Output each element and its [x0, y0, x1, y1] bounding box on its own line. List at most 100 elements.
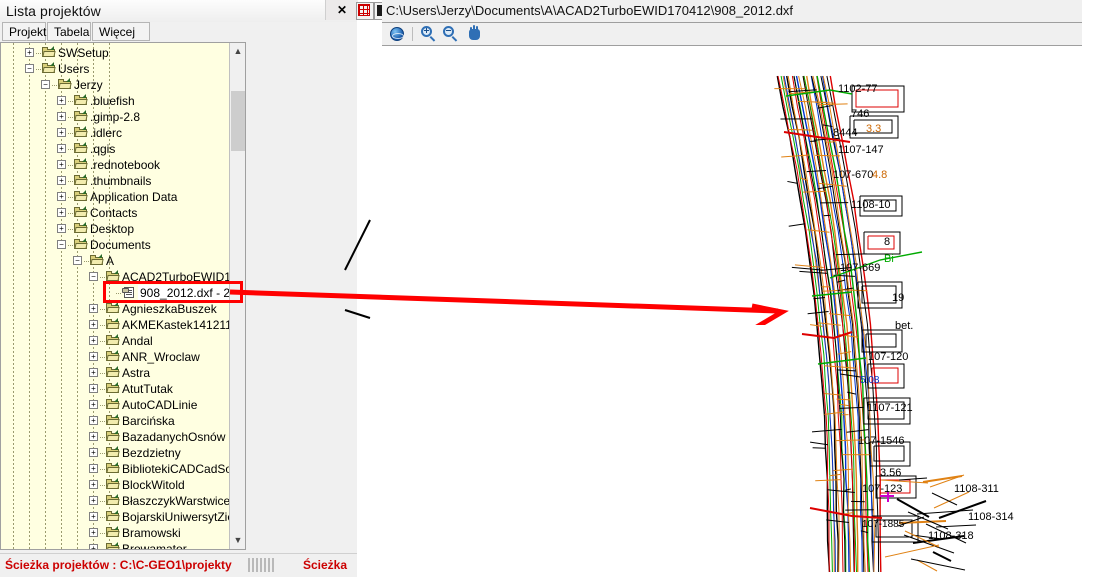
tree-item[interactable]: +Contacts — [1, 205, 229, 221]
expand-icon[interactable]: + — [25, 48, 34, 57]
expand-icon[interactable]: + — [89, 320, 98, 329]
tree-item[interactable]: −A — [1, 253, 229, 269]
tree-item[interactable]: +.gimp-2.8 — [1, 109, 229, 125]
status-bar: Ścieżka projektów : C:\C-GEO1\projekty Ś… — [0, 553, 357, 577]
tree-item[interactable]: +AgnieszkaBuszek — [1, 301, 229, 317]
expand-icon[interactable]: + — [89, 336, 98, 345]
toolbar-separator — [412, 27, 413, 41]
tree-item[interactable]: −Jerzy — [1, 77, 229, 93]
dxf-drawing-canvas[interactable]: 1102-7774684443.31107-147107-6704.81108-… — [382, 46, 1082, 576]
expand-icon[interactable]: + — [89, 368, 98, 377]
status-resize-grip[interactable] — [248, 558, 274, 572]
window-titlebar: Lista projektów ✕ — [0, 0, 357, 23]
expand-icon[interactable]: + — [57, 208, 66, 217]
expand-icon[interactable]: + — [89, 544, 98, 550]
tree-item[interactable]: − Users — [1, 61, 229, 77]
pan-hand-icon[interactable] — [466, 25, 484, 43]
expand-icon[interactable]: + — [89, 352, 98, 361]
expand-icon[interactable]: + — [89, 400, 98, 409]
tree-item[interactable]: −ACAD2TurboEWID1 — [1, 269, 229, 285]
tree-item-label: SWSetup — [58, 45, 109, 61]
scrollbar-thumb[interactable] — [231, 91, 246, 151]
tree-item[interactable]: +BibliotekiCADCadSol — [1, 461, 229, 477]
tree-item[interactable]: +Bramowski — [1, 525, 229, 541]
tree-item[interactable]: +Application Data — [1, 189, 229, 205]
expand-icon[interactable]: + — [57, 224, 66, 233]
tree-item[interactable]: + ANR_Wroclaw — [1, 349, 229, 365]
tree-item[interactable]: + SWSetup — [1, 45, 229, 61]
tree-item-label: Users — [58, 61, 89, 77]
tree-item[interactable]: +Barcińska — [1, 413, 229, 429]
tree-item[interactable]: +BojarskiUniwersytZie — [1, 509, 229, 525]
project-list-window: Lista projektów ✕ ProjektTabelaWięcej ..… — [0, 0, 357, 576]
tree-item[interactable]: +Bezdzietny — [1, 445, 229, 461]
tree-item[interactable]: +Desktop — [1, 221, 229, 237]
tree-item[interactable]: +AKMEKastek141211 — [1, 317, 229, 333]
globe-view-icon[interactable] — [388, 25, 406, 43]
drawing-label: 1102-77 — [838, 83, 878, 95]
expand-icon[interactable]: + — [89, 496, 98, 505]
expand-icon[interactable]: + — [57, 128, 66, 137]
tree-item-label: ANR_Wroclaw — [122, 349, 200, 365]
menu-item-wicej[interactable]: Więcej ... — [92, 22, 150, 41]
tree-item-label: BojarskiUniwersytZie — [122, 509, 234, 525]
menu-item-tabela[interactable]: Tabela — [47, 22, 91, 41]
tree-item[interactable]: +.thumbnails — [1, 173, 229, 189]
expand-icon[interactable]: + — [89, 384, 98, 393]
tree-item-label: BlockWitold — [122, 477, 185, 493]
menu-item-projekt[interactable]: Projekt — [2, 22, 46, 41]
folder-icon — [105, 270, 121, 283]
expand-icon[interactable]: + — [57, 160, 66, 169]
tree-item[interactable]: +.rednotebook — [1, 157, 229, 173]
tree-item-label: BłaszczykWarstwice — [122, 493, 230, 509]
scroll-down-arrow-icon[interactable]: ▼ — [230, 532, 246, 549]
folder-icon — [73, 94, 89, 107]
tree-item[interactable]: +Andal — [1, 333, 229, 349]
expand-icon[interactable]: + — [89, 432, 98, 441]
project-tree-panel[interactable]: +SWSetup−Users−Jerzy+.bluefish+.gimp-2.8… — [0, 42, 246, 550]
collapse-icon[interactable]: − — [57, 240, 66, 249]
tree-item[interactable]: + BlockWitold — [1, 477, 229, 493]
tree-item-label: 908_2012.dxf - 2( — [138, 285, 236, 301]
expand-icon[interactable]: + — [89, 464, 98, 473]
expand-icon[interactable]: + — [89, 512, 98, 521]
zoom-out-icon[interactable] — [442, 25, 460, 43]
expand-icon[interactable]: + — [57, 144, 66, 153]
tree-item[interactable]: + BłaszczykWarstwice — [1, 493, 229, 509]
expand-icon[interactable]: + — [89, 416, 98, 425]
expand-icon[interactable]: + — [57, 192, 66, 201]
table-grid-icon[interactable] — [356, 2, 374, 20]
tree-item[interactable]: +.bluefish — [1, 93, 229, 109]
expand-icon[interactable]: + — [57, 176, 66, 185]
expand-icon[interactable]: + — [89, 480, 98, 489]
tree-item[interactable]: +Astra — [1, 365, 229, 381]
tree-item[interactable]: +.idlerc — [1, 125, 229, 141]
tree-item[interactable]: +Browamator — [1, 541, 229, 550]
collapse-icon[interactable]: − — [73, 256, 82, 265]
collapse-icon[interactable]: − — [25, 64, 34, 73]
tree-item[interactable]: −Documents — [1, 237, 229, 253]
folder-icon — [73, 174, 89, 187]
tree-item[interactable]: +BazadanychOsnów — [1, 429, 229, 445]
tree-item[interactable]: +AutoCADLinie — [1, 397, 229, 413]
expand-icon[interactable]: + — [57, 96, 66, 105]
close-button[interactable]: ✕ — [325, 0, 358, 20]
drawing-label: 1108-314 — [968, 511, 1014, 523]
folder-icon — [105, 318, 121, 331]
tree-item[interactable]: +.qgis — [1, 141, 229, 157]
collapse-icon[interactable]: − — [89, 272, 98, 281]
tree-item-selected[interactable]: 908_2012.dxf - 2( — [1, 285, 229, 301]
collapse-icon[interactable]: − — [41, 80, 50, 89]
expand-icon[interactable]: + — [57, 112, 66, 121]
tree-item[interactable]: +AtutTutak — [1, 381, 229, 397]
scroll-up-arrow-icon[interactable]: ▲ — [230, 43, 246, 60]
folder-icon — [73, 110, 89, 123]
folder-icon — [73, 126, 89, 139]
expand-icon[interactable]: + — [89, 528, 98, 537]
folder-icon — [105, 526, 121, 539]
zoom-in-icon[interactable] — [420, 25, 438, 43]
expand-icon[interactable]: + — [89, 304, 98, 313]
tree-vertical-scrollbar[interactable]: ▲ ▼ — [229, 43, 246, 549]
drawing-label: 19 — [892, 292, 904, 304]
expand-icon[interactable]: + — [89, 448, 98, 457]
